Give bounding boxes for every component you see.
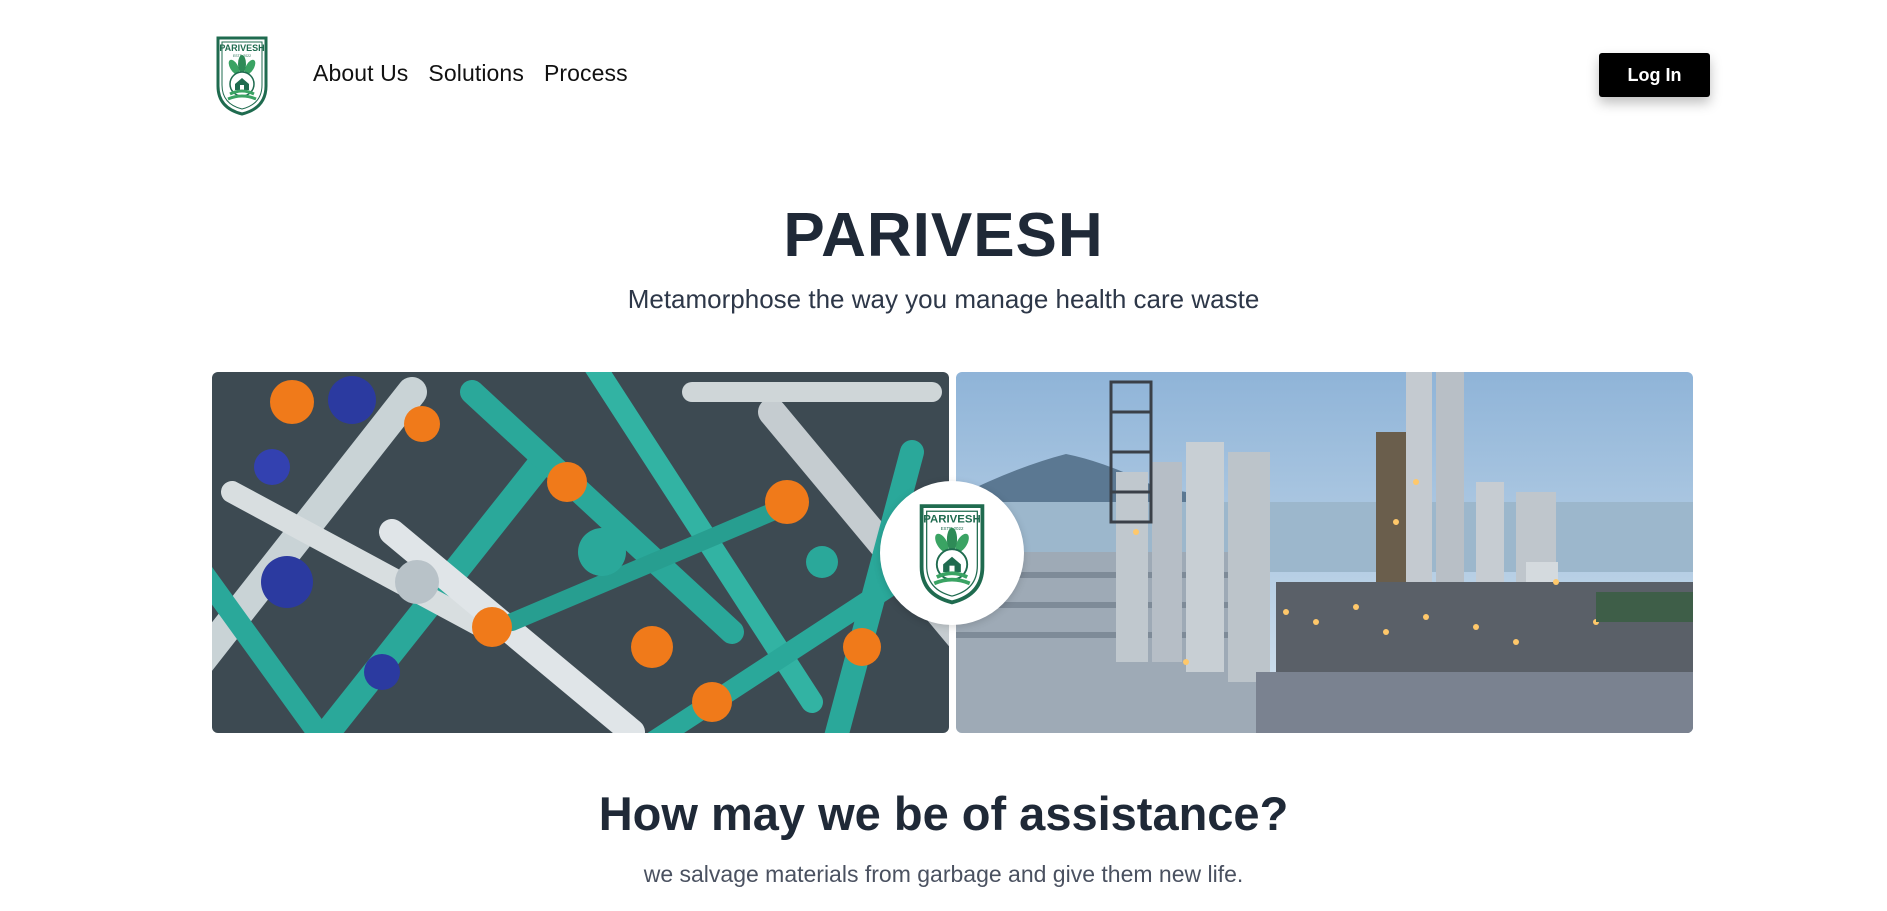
nav-about-us[interactable]: About Us — [313, 60, 408, 87]
medical-waste-image — [212, 372, 949, 733]
nav-solutions[interactable]: Solutions — [428, 60, 524, 87]
hero-title: PARIVESH — [783, 201, 1104, 270]
site-header: PARIVESH ESTD 2022 About Us Solutions Pr… — [212, 34, 1710, 116]
badge-brand-text: PARIVESH — [923, 514, 980, 526]
parivesh-logo-icon: PARIVESH ESTD 2022 — [216, 36, 268, 116]
syringes-illustration — [212, 372, 949, 733]
parivesh-badge-icon: PARIVESH ESTD 2022 — [919, 504, 985, 605]
logo-brand-text: PARIVESH — [219, 43, 264, 53]
industrial-plant-image — [956, 372, 1693, 733]
login-button[interactable]: Log In — [1599, 53, 1710, 97]
hero-subtitle: Metamorphose the way you manage health c… — [627, 284, 1260, 314]
assistance-subtitle: we salvage materials from garbage and gi… — [643, 861, 1244, 887]
main-nav: About Us Solutions Process — [313, 60, 628, 87]
plant-illustration — [956, 372, 1693, 733]
logo-link[interactable]: PARIVESH ESTD 2022 — [212, 34, 272, 116]
nav-process[interactable]: Process — [544, 60, 628, 87]
center-logo-badge: PARIVESH ESTD 2022 — [880, 481, 1024, 625]
landing-page: PARIVESH ESTD 2022 About Us Solutions Pr… — [0, 0, 1887, 911]
assistance-heading: How may we be of assistance? — [598, 787, 1289, 840]
